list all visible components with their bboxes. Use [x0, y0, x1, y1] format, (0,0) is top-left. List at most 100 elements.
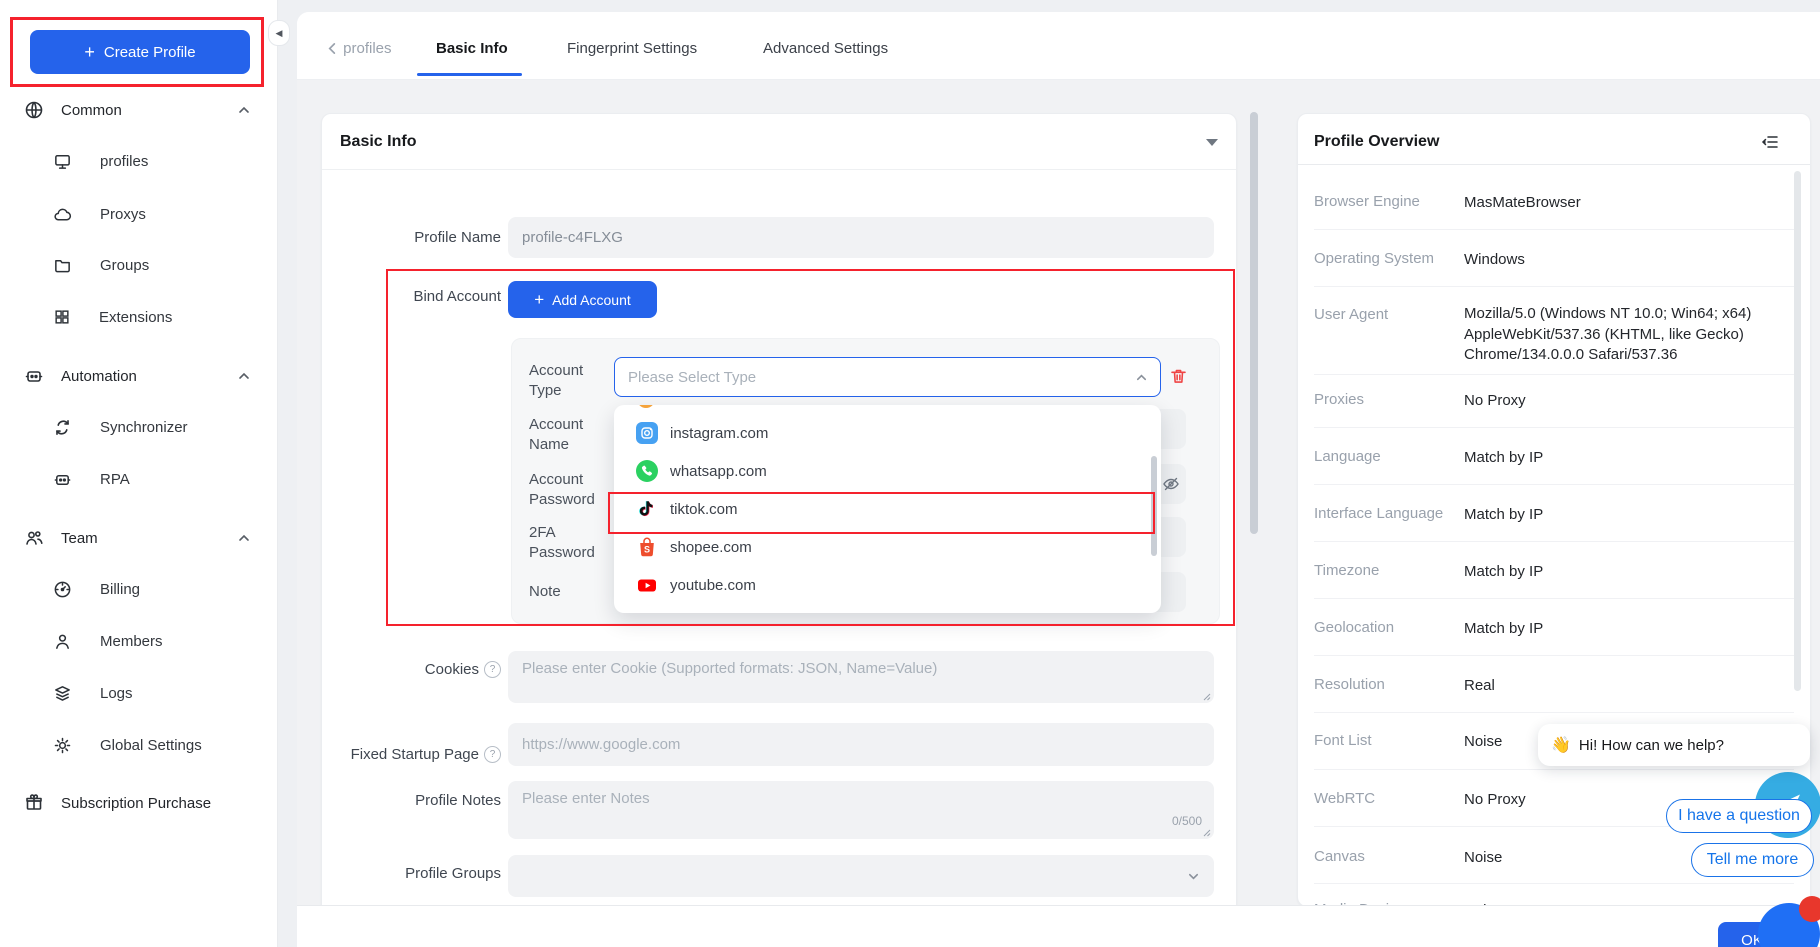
- chat-option-question[interactable]: I have a question: [1666, 799, 1812, 833]
- sidebar-section-common[interactable]: Common: [0, 92, 277, 128]
- whatsapp-icon: [636, 460, 658, 482]
- profile-notes-textarea[interactable]: [508, 781, 1214, 839]
- collapse-panel-icon[interactable]: [1761, 134, 1779, 150]
- sidebar-item-groups[interactable]: Groups: [0, 247, 277, 283]
- chevron-up-icon: [1135, 371, 1148, 384]
- sidebar-item-label: Extensions: [99, 309, 172, 326]
- globe-icon: [24, 100, 44, 120]
- overview-row-label: Resolution: [1314, 676, 1459, 693]
- profile-groups-select[interactable]: [508, 855, 1214, 897]
- overview-row-value: MasMateBrowser: [1464, 193, 1794, 214]
- divider: [1314, 883, 1794, 884]
- tab-fingerprint-settings[interactable]: Fingerprint Settings: [567, 40, 697, 62]
- overview-row-value: Match by IP: [1464, 562, 1794, 583]
- dropdown-option-label: whatsapp.com: [670, 463, 767, 480]
- sidebar-item-subscription-purchase[interactable]: Subscription Purchase: [0, 785, 277, 821]
- account-type-select[interactable]: Please Select Type: [614, 357, 1161, 397]
- overview-row-label: Font List: [1314, 732, 1459, 749]
- dropdown-option-tiktok[interactable]: tiktok.com: [614, 490, 1161, 528]
- gauge-icon: [53, 580, 72, 599]
- account-type-dropdown: instagram.com whatsapp.com tiktok.com S …: [614, 405, 1161, 613]
- chat-option-tell-me-more[interactable]: Tell me more: [1691, 843, 1814, 877]
- fixed-startup-page-label: Fixed Startup Page?: [322, 744, 501, 764]
- account-password-label: Account Password: [529, 470, 611, 510]
- cloud-icon: [53, 205, 72, 224]
- delete-account-trash-icon[interactable]: [1168, 366, 1189, 387]
- overview-row-value: Match by IP: [1464, 505, 1794, 526]
- overview-row-label: Geolocation: [1314, 619, 1459, 636]
- cookies-textarea[interactable]: [508, 651, 1214, 703]
- plus-icon: +: [534, 291, 544, 308]
- overview-row-label: Proxies: [1314, 391, 1459, 408]
- dropdown-option-shopee[interactable]: S shopee.com: [614, 528, 1161, 566]
- chevron-left-icon: [326, 42, 339, 55]
- sidebar-item-global-settings[interactable]: Global Settings: [0, 727, 277, 763]
- sidebar-item-proxys[interactable]: Proxys: [0, 196, 277, 232]
- card-title: Basic Info: [340, 133, 416, 151]
- account-name-label: Account Name: [529, 415, 611, 455]
- sidebar: + Create Profile Common profiles Proxys …: [0, 0, 278, 947]
- instagram-icon: [636, 422, 658, 444]
- sidebar-item-label: Billing: [100, 581, 140, 598]
- sidebar-item-label: RPA: [100, 471, 130, 488]
- grid-icon: [53, 308, 71, 326]
- divider: [1314, 712, 1794, 713]
- sidebar-section-team[interactable]: Team: [0, 520, 277, 556]
- back-button[interactable]: profiles: [326, 40, 392, 62]
- tab-basic-info[interactable]: Basic Info: [436, 40, 508, 62]
- overview-row-value: Mozilla/5.0 (Windows NT 10.0; Win64; x64…: [1464, 304, 1794, 366]
- eye-slash-icon[interactable]: [1161, 474, 1181, 494]
- chevron-up-icon: [237, 369, 251, 383]
- back-label: profiles: [343, 40, 391, 57]
- sidebar-item-label: Global Settings: [100, 737, 202, 754]
- person-icon: [53, 632, 72, 651]
- sidebar-item-billing[interactable]: Billing: [0, 571, 277, 607]
- resize-handle-icon[interactable]: [1202, 692, 1211, 701]
- dropdown-option-whatsapp[interactable]: whatsapp.com: [614, 452, 1161, 490]
- folder-icon: [53, 256, 72, 275]
- create-profile-button[interactable]: + Create Profile: [30, 30, 250, 74]
- overview-row-label: User Agent: [1314, 306, 1459, 323]
- chevron-up-icon: [237, 531, 251, 545]
- dropdown-option-label: shopee.com: [670, 539, 752, 556]
- main-scrollbar[interactable]: [1250, 112, 1258, 534]
- sidebar-item-profiles[interactable]: profiles: [0, 143, 277, 179]
- profile-name-input[interactable]: [508, 217, 1214, 258]
- dropdown-option-instagram[interactable]: instagram.com: [614, 414, 1161, 452]
- sidebar-collapse-button[interactable]: ◀: [268, 20, 290, 46]
- sidebar-item-rpa[interactable]: RPA: [0, 461, 277, 497]
- sidebar-item-label: Logs: [100, 685, 133, 702]
- divider: [1314, 655, 1794, 656]
- tab-bar: profiles Basic Info Fingerprint Settings…: [297, 12, 1820, 80]
- overview-row-value: Match by IP: [1464, 448, 1794, 469]
- dropdown-scrollbar[interactable]: [1151, 456, 1157, 556]
- sidebar-item-logs[interactable]: Logs: [0, 675, 277, 711]
- resize-handle-icon[interactable]: [1202, 828, 1211, 837]
- fixed-startup-page-input[interactable]: [508, 723, 1214, 766]
- dropdown-option-youtube[interactable]: youtube.com: [614, 566, 1161, 604]
- gear-icon: [53, 736, 72, 755]
- sidebar-item-synchronizer[interactable]: Synchronizer: [0, 409, 277, 445]
- bind-account-label: Bind Account: [342, 286, 501, 306]
- sidebar-item-extensions[interactable]: Extensions: [0, 299, 277, 335]
- robot-icon: [24, 366, 44, 386]
- chat-greeting-bubble[interactable]: 👋 Hi! How can we help?: [1538, 724, 1810, 766]
- overview-scrollbar[interactable]: [1794, 171, 1801, 691]
- character-counter: 0/500: [1112, 814, 1202, 828]
- select-placeholder: Please Select Type: [628, 369, 756, 386]
- sidebar-section-automation[interactable]: Automation: [0, 358, 277, 394]
- overview-row-value: Real: [1464, 676, 1794, 697]
- divider: [1298, 164, 1810, 165]
- youtube-icon: [636, 574, 658, 596]
- collapse-card-chevron-icon[interactable]: [1206, 139, 1218, 146]
- sidebar-item-members[interactable]: Members: [0, 623, 277, 659]
- overview-row-value: Match by IP: [1464, 619, 1794, 640]
- basic-info-card: Basic Info Profile Name Bind Account + A…: [321, 113, 1237, 915]
- add-account-button[interactable]: + Add Account: [508, 281, 657, 318]
- divider: [1314, 427, 1794, 428]
- tiktok-icon: [636, 498, 658, 520]
- active-tab-underline: [417, 73, 522, 76]
- profile-name-label: Profile Name: [342, 227, 501, 247]
- tab-advanced-settings[interactable]: Advanced Settings: [763, 40, 888, 62]
- divider: [1314, 541, 1794, 542]
